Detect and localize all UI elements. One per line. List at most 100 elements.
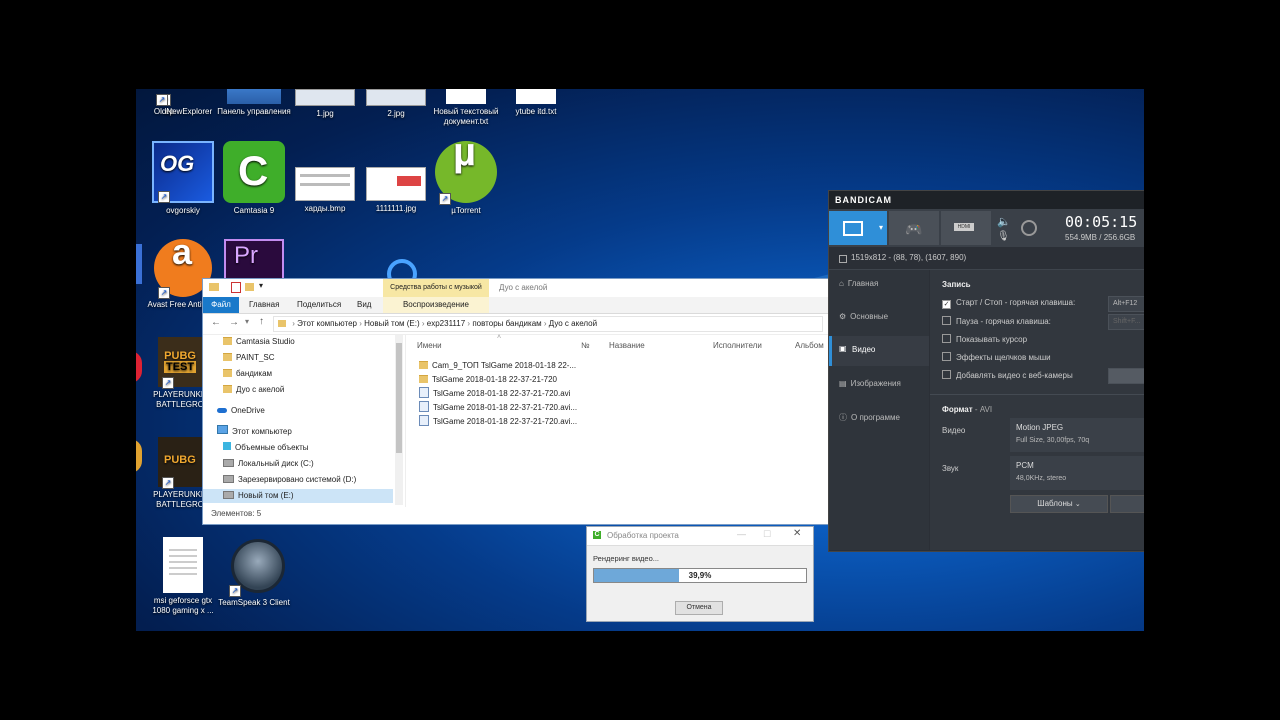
nav-item[interactable]: PAINT_SC bbox=[223, 351, 275, 365]
tab-home[interactable]: Главная bbox=[243, 297, 285, 313]
checkbox-icon[interactable] bbox=[942, 370, 951, 379]
checkbox-icon[interactable] bbox=[942, 334, 951, 343]
nav-item[interactable]: Зарезервировано системой (D:) bbox=[223, 473, 356, 487]
option-show-cursor[interactable]: Показывать курсор bbox=[942, 334, 1027, 344]
nav-item[interactable]: Локальный диск (C:) bbox=[223, 457, 314, 471]
scrollbar-thumb[interactable] bbox=[396, 343, 402, 453]
desktop-icon-utorrent[interactable]: µ ↗ µTorrent bbox=[428, 132, 504, 216]
sidebar-item-video-active[interactable]: ▣ Видео bbox=[829, 336, 929, 366]
option-webcam-overlay[interactable]: Добавлять видео с веб-камеры bbox=[942, 370, 1073, 380]
templates-button[interactable]: Шаблоны ⌄ bbox=[1010, 495, 1108, 513]
desktop-icon-ytube-txt[interactable]: ytube itd.txt bbox=[498, 89, 574, 117]
column-album[interactable]: Альбом bbox=[795, 341, 824, 350]
properties-icon[interactable] bbox=[231, 282, 241, 293]
nav-item-onedrive[interactable]: OneDrive bbox=[217, 404, 265, 418]
sidebar-item-images[interactable]: ▤ Изображения bbox=[839, 376, 901, 392]
sidebar-item-about[interactable]: ⓘ О программе bbox=[839, 410, 900, 426]
breadcrumb-item[interactable]: повторы бандикам bbox=[472, 319, 541, 328]
breadcrumb-item[interactable]: Этот компьютер bbox=[297, 319, 357, 328]
file-row[interactable]: TslGame 2018-01-18 22-37-21-720.avi bbox=[419, 387, 570, 400]
game-mode-button[interactable]: 🎮 bbox=[889, 211, 939, 245]
column-artists[interactable]: Исполнители bbox=[713, 341, 762, 350]
nav-item-selected[interactable]: Новый том (E:) bbox=[203, 489, 393, 503]
back-arrow-icon[interactable]: ← bbox=[211, 317, 221, 328]
desktop-icon-new-text-doc[interactable]: Новый текстовый документ.txt bbox=[428, 89, 504, 127]
bandicam-window[interactable]: BANDICAM ▾ 🎮 HDMI 🔈 🎙 00:05:15 554.9MB /… bbox=[828, 190, 1144, 552]
hotkey-start-field[interactable]: Alt+F12 bbox=[1108, 296, 1144, 312]
hotkey-pause-field[interactable]: Shift+F... bbox=[1108, 314, 1144, 330]
nav-item[interactable]: Объемные объекты bbox=[223, 441, 309, 455]
shortcut-arrow-icon: ↗ bbox=[162, 477, 174, 489]
minimize-icon[interactable]: — bbox=[737, 529, 746, 539]
file-explorer-window[interactable]: ▾ Средства работы с музыкой Дуо с акелой… bbox=[202, 278, 830, 525]
forward-arrow-icon[interactable]: → bbox=[229, 317, 239, 328]
webcam-icon[interactable] bbox=[1021, 220, 1037, 236]
close-icon[interactable]: ✕ bbox=[793, 528, 801, 539]
render-progress-dialog[interactable]: C Обработка проекта — ☐ ✕ Рендеринг виде… bbox=[586, 526, 814, 622]
nav-item[interactable]: Camtasia Studio bbox=[223, 335, 295, 349]
quick-access-dropdown-icon[interactable]: ▾ bbox=[259, 281, 263, 290]
nav-item[interactable]: Дуо с акелой bbox=[223, 383, 284, 397]
desktop-icon-2jpg[interactable]: 2.jpg bbox=[358, 89, 434, 119]
desktop-icon-1111111-jpg[interactable]: 1111111.jpg bbox=[358, 141, 434, 214]
mode-dropdown-icon[interactable]: ▾ bbox=[875, 211, 887, 245]
column-number[interactable]: № bbox=[581, 341, 590, 350]
nav-item-this-pc[interactable]: Этот компьютер bbox=[217, 425, 292, 439]
checkbox-checked-icon[interactable]: ✓ bbox=[942, 300, 951, 309]
tab-file[interactable]: Файл bbox=[203, 297, 239, 313]
og-logo-icon: OG bbox=[160, 151, 195, 176]
tab-share[interactable]: Поделиться bbox=[291, 297, 347, 313]
bandicam-mode-toolbar: ▾ 🎮 HDMI 🔈 🎙 00:05:15 554.9MB / 256.6GB bbox=[829, 209, 1144, 247]
webcam-settings-button[interactable] bbox=[1108, 368, 1144, 384]
microphone-icon[interactable]: 🎙 bbox=[997, 231, 1010, 242]
desktop-icon-quicktime[interactable] bbox=[358, 239, 434, 289]
breadcrumb-item[interactable]: exp231117 bbox=[427, 319, 465, 328]
render-progress-bar: 39,9% bbox=[593, 568, 807, 583]
maximize-icon[interactable]: ☐ bbox=[763, 529, 771, 540]
file-row[interactable]: TslGame 2018-01-18 22-37-21-720 bbox=[419, 373, 557, 386]
desktop-icon-ovgorskiy[interactable]: OG ↗ ovgorskiy bbox=[145, 141, 221, 216]
file-row[interactable]: TslGame 2018-01-18 22-37-21-720.avi... bbox=[419, 415, 577, 428]
option-click-effects[interactable]: Эффекты щелчков мыши bbox=[942, 352, 1051, 362]
screen-mode-button[interactable] bbox=[829, 211, 875, 245]
cancel-button[interactable]: Отмена bbox=[675, 601, 723, 615]
breadcrumb-item[interactable]: Дуо с акелой bbox=[549, 319, 597, 328]
desktop-icon-1jpg[interactable]: 1.jpg bbox=[287, 89, 363, 119]
nav-item[interactable]: бандикам bbox=[223, 367, 272, 381]
hdmi-mode-button[interactable]: HDMI bbox=[941, 211, 991, 245]
navigation-pane: Camtasia Studio PAINT_SC бандикам Дуо с … bbox=[203, 335, 406, 507]
desktop-icon-control-panel[interactable]: Панель управления bbox=[216, 89, 292, 117]
new-folder-icon[interactable] bbox=[245, 283, 254, 291]
breadcrumb-item[interactable]: Новый том (E:) bbox=[364, 319, 420, 328]
column-name[interactable]: Имени bbox=[417, 341, 442, 350]
nav-scrollbar[interactable] bbox=[395, 335, 403, 505]
desktop-icon-teamspeak[interactable]: ↗ TeamSpeak 3 Client bbox=[216, 537, 292, 608]
desktop-icon-camtasia[interactable]: C Camtasia 9 bbox=[216, 141, 292, 216]
speaker-icon[interactable]: 🔈 bbox=[997, 215, 1011, 228]
up-arrow-icon[interactable]: ↑ bbox=[259, 316, 264, 327]
column-title[interactable]: Название bbox=[609, 341, 645, 350]
file-row[interactable]: TslGame 2018-01-18 22-37-21-720.avi... bbox=[419, 401, 577, 414]
audio-format-box[interactable]: PCM 48,0KHz, stereo bbox=[1010, 456, 1144, 490]
option-start-stop-hotkey[interactable]: ✓ Старт / Стоп - горячая клавиша: bbox=[942, 298, 1075, 309]
desktop-icon-hardy-bmp[interactable]: харды.bmp bbox=[287, 141, 363, 214]
checkbox-icon[interactable] bbox=[942, 352, 951, 361]
tab-view[interactable]: Вид bbox=[351, 297, 377, 313]
option-pause-hotkey[interactable]: Пауза - горячая клавиша: bbox=[942, 316, 1051, 326]
progress-percent: 39,9% bbox=[688, 571, 712, 580]
desktop-icon-msi-txt[interactable]: msi geforsce gtx 1080 gaming x ... bbox=[145, 537, 221, 616]
settings-button[interactable] bbox=[1110, 495, 1144, 513]
breadcrumb[interactable]: › Этот компьютер › Новый том (E:) › exp2… bbox=[273, 316, 823, 332]
checkbox-icon[interactable] bbox=[942, 316, 951, 325]
video-file-icon bbox=[419, 415, 429, 426]
audio-codec: PCM bbox=[1016, 461, 1034, 470]
folder-icon bbox=[223, 353, 232, 361]
video-format-box[interactable]: Motion JPEG Full Size, 30,00fps, 70q bbox=[1010, 418, 1144, 452]
sidebar-item-general[interactable]: ⚙ Основные bbox=[839, 309, 888, 325]
tab-playback[interactable]: Воспроизведение bbox=[383, 297, 489, 313]
desktop-icon-oldnewexplorer[interactable]: ↗ OldNewExplorer bbox=[145, 89, 221, 117]
recent-dropdown-icon[interactable]: ▾ bbox=[245, 317, 249, 326]
sidebar-item-home[interactable]: ⌂ Главная bbox=[839, 276, 878, 292]
file-row[interactable]: Cam_9_ТОП TslGame 2018-01-18 22-... bbox=[419, 359, 576, 372]
sort-indicator-icon: ˄ bbox=[497, 334, 502, 341]
